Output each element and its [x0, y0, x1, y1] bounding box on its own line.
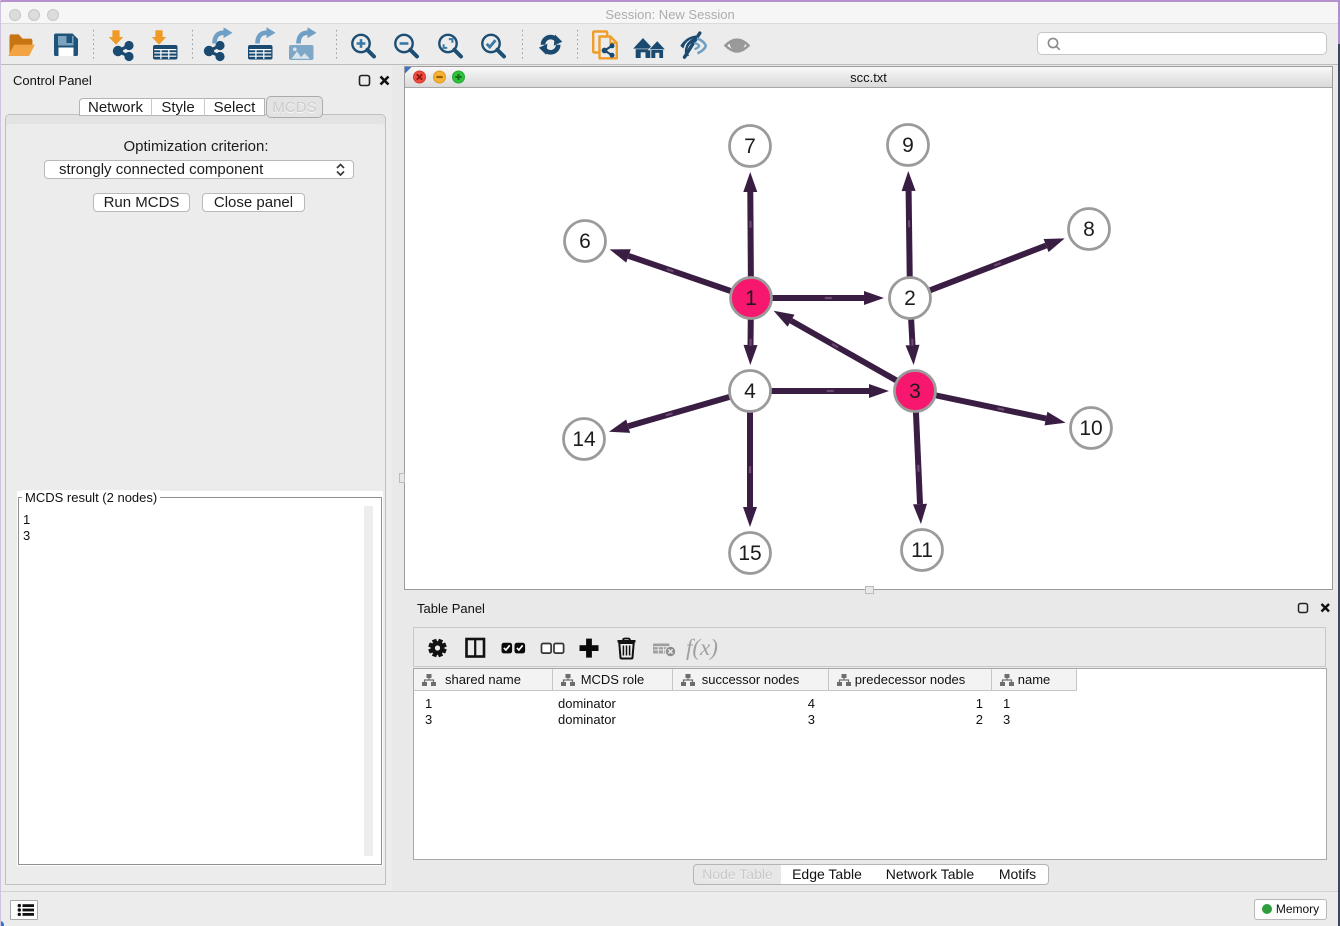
- svg-text:15: 15: [738, 542, 761, 565]
- svg-text:8: 8: [1083, 218, 1095, 241]
- svg-text:4: 4: [744, 380, 756, 403]
- svg-text:f(x): f(x): [686, 635, 718, 660]
- svg-text:9: 9: [902, 134, 914, 157]
- svg-text:2: 2: [904, 287, 916, 310]
- svg-text:14: 14: [572, 428, 596, 451]
- svg-text:11: 11: [911, 539, 933, 562]
- svg-text:1: 1: [745, 287, 757, 310]
- svg-text:10: 10: [1079, 417, 1102, 440]
- svg-text:7: 7: [744, 135, 756, 158]
- svg-text:3: 3: [909, 380, 921, 403]
- svg-text:6: 6: [579, 230, 591, 253]
